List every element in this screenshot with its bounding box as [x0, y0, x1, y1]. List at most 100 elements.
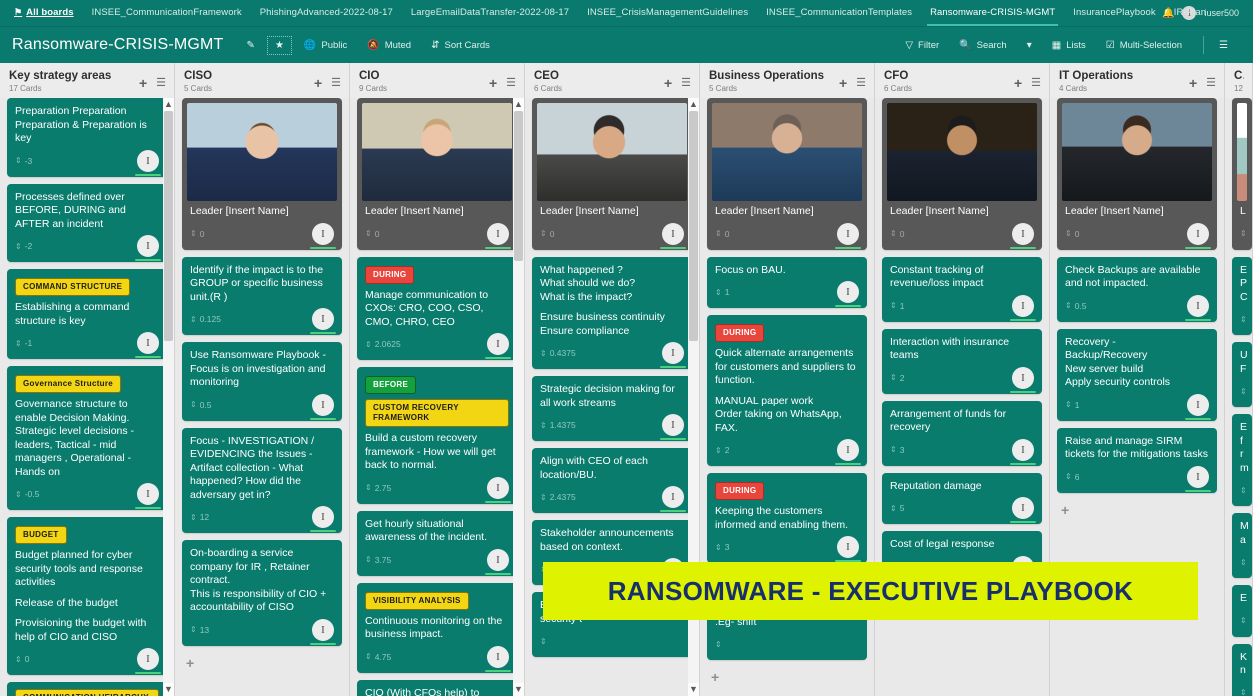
board-card[interactable]: On-boarding a service company for IR , R…: [182, 540, 342, 646]
board-card[interactable]: COMMUNICATION HEIRARCHYCommunication hie…: [7, 682, 167, 696]
scrollbar-track[interactable]: [513, 111, 524, 683]
board-card[interactable]: Get hourly situational awareness of the …: [357, 510, 517, 576]
card-assignee-avatar[interactable]: I: [1010, 438, 1036, 465]
card-assignee-avatar[interactable]: I: [485, 548, 511, 575]
add-card-icon[interactable]: +: [139, 76, 147, 90]
column-menu-icon[interactable]: ☰: [681, 77, 691, 89]
card-assignee-avatar[interactable]: I: [485, 222, 511, 249]
board-tab-5-active[interactable]: Ransomware-CRISIS-MGMT: [921, 1, 1064, 26]
card-assignee-avatar[interactable]: I: [660, 222, 686, 249]
board-card[interactable]: What happened ? What should we do? What …: [532, 256, 692, 369]
mute-button[interactable]: 🔕 Muted: [360, 37, 418, 54]
board-card[interactable]: M a ⇕: [1232, 513, 1252, 578]
leader-card[interactable]: L ⇕: [1232, 98, 1252, 250]
scrollbar-track[interactable]: [163, 111, 174, 683]
board-card[interactable]: BEFORE CUSTOM RECOVERY FRAMEWORK Build a c…: [357, 367, 517, 504]
board-card[interactable]: Constant tracking of revenue/loss impact…: [882, 256, 1042, 322]
board-card[interactable]: Check Backups are available and not impa…: [1057, 256, 1217, 322]
edit-board-button[interactable]: ✎: [240, 37, 262, 54]
search-button[interactable]: 🔍 Search: [952, 37, 1014, 54]
card-assignee-avatar[interactable]: I: [135, 648, 161, 674]
column-menu-icon[interactable]: ☰: [156, 77, 166, 89]
card-assignee-avatar[interactable]: I: [835, 439, 861, 465]
card-assignee-avatar[interactable]: I: [135, 332, 161, 358]
board-card[interactable]: DURING Keeping the customers informed and…: [707, 473, 867, 563]
board-tab-6[interactable]: InsurancePlaybook: [1064, 1, 1165, 25]
card-assignee-avatar[interactable]: I: [310, 393, 336, 420]
card-assignee-avatar[interactable]: I: [310, 506, 336, 532]
board-tab-3[interactable]: INSEE_CrisisManagementGuidelines: [578, 1, 757, 25]
card-assignee-avatar[interactable]: I: [1010, 366, 1036, 393]
scroll-up-icon[interactable]: ▲: [513, 98, 524, 111]
board-tab-0[interactable]: INSEE_CommunicationFramework: [83, 1, 251, 25]
card-badge[interactable]: BEFORE: [365, 376, 417, 394]
scroll-down-icon[interactable]: ▼: [163, 683, 174, 696]
add-card-button[interactable]: +: [182, 653, 342, 681]
card-assignee-avatar[interactable]: I: [1185, 393, 1211, 420]
card-assignee-avatar[interactable]: I: [1185, 294, 1211, 321]
leader-card[interactable]: Leader [Insert Name] ⇕ 0 I: [707, 98, 867, 250]
board-card[interactable]: Governance Structure Governance structure…: [7, 366, 167, 510]
card-assignee-avatar[interactable]: I: [485, 476, 511, 503]
card-badge[interactable]: DURING: [715, 324, 765, 342]
board-card[interactable]: Identify if the impact is to the GROUP o…: [182, 256, 342, 335]
card-badge[interactable]: COMMUNICATION HEIRARCHY: [15, 689, 159, 696]
board-card[interactable]: Processes defined over BEFORE, DURING an…: [7, 183, 167, 262]
search-dropdown-button[interactable]: ▾: [1020, 37, 1039, 54]
card-assignee-avatar[interactable]: I: [835, 222, 861, 249]
add-card-icon[interactable]: +: [489, 76, 497, 90]
card-assignee-avatar[interactable]: I: [1010, 222, 1036, 249]
column-scrollbar[interactable]: ▲ ▼: [163, 98, 174, 696]
card-assignee-avatar[interactable]: I: [485, 333, 511, 359]
board-card[interactable]: Preparation Preparation Preparation & Pr…: [7, 98, 167, 177]
board-card[interactable]: COMMAND STRUCTURE Establishing a command …: [7, 269, 167, 359]
leader-card[interactable]: Leader [Insert Name] ⇕ 0 I: [1057, 98, 1217, 250]
board-card[interactable]: Use Ransomware Playbook - Focus is on in…: [182, 342, 342, 421]
card-assignee-avatar[interactable]: I: [135, 235, 161, 261]
column-menu-icon[interactable]: ☰: [856, 77, 866, 89]
board-card[interactable]: Raise and manage SIRM tickets for the mi…: [1057, 427, 1217, 493]
board-card[interactable]: VISIBILITY ANALYSIS Continuous monitoring…: [357, 582, 517, 673]
board-card[interactable]: DURING Quick alternate arrangements for c…: [707, 315, 867, 466]
card-assignee-avatar[interactable]: I: [310, 308, 336, 334]
add-card-icon[interactable]: +: [664, 76, 672, 90]
board-card[interactable]: E fr m ⇕: [1232, 414, 1252, 506]
card-badge[interactable]: DURING: [715, 482, 765, 500]
scroll-down-icon[interactable]: ▼: [688, 683, 699, 696]
add-card-icon[interactable]: +: [314, 76, 322, 90]
board-card[interactable]: DURING Manage communication to CXOs: CRO,…: [357, 256, 517, 360]
add-card-icon[interactable]: +: [1014, 76, 1022, 90]
leader-card[interactable]: Leader [Insert Name] ⇕ 0 I: [532, 98, 692, 250]
card-assignee-avatar[interactable]: I: [1010, 294, 1036, 321]
card-assignee-avatar[interactable]: I: [485, 645, 511, 672]
board-card[interactable]: Align with CEO of each location/BU. ⇕ 2.43…: [532, 448, 692, 513]
board-card[interactable]: E P C ⇕: [1232, 256, 1252, 335]
board-card[interactable]: Focus on BAU. ⇕ 1 I: [707, 256, 867, 308]
board-tab-7[interactable]: IR-Plan: [1165, 1, 1215, 25]
board-tab-1[interactable]: PhishingAdvanced-2022-08-17: [251, 1, 402, 25]
board-card[interactable]: Focus - INVESTIGATION / EVIDENCING the I…: [182, 427, 342, 533]
card-assignee-avatar[interactable]: I: [835, 281, 861, 307]
board-menu-button[interactable]: ☰: [1212, 37, 1235, 54]
board-card[interactable]: CIO (With CFOs help) to release budget/g…: [357, 679, 517, 696]
card-badge[interactable]: DURING: [365, 265, 415, 284]
card-assignee-avatar[interactable]: I: [660, 342, 686, 368]
board-card[interactable]: Strategic decision making for all work s…: [532, 376, 692, 441]
board-card[interactable]: Reputation damage ⇕ 5 I: [882, 472, 1042, 524]
sort-cards-button[interactable]: ⇵ Sort Cards: [424, 37, 497, 54]
board-card[interactable]: Interaction with insurance teams ⇕ 2 I: [882, 328, 1042, 394]
scrollbar-thumb[interactable]: [514, 111, 523, 261]
visibility-button[interactable]: 🌐 Public: [297, 37, 354, 54]
card-assignee-avatar[interactable]: I: [135, 149, 161, 176]
board-card[interactable]: E ⇕: [1232, 585, 1252, 637]
star-board-button[interactable]: ★: [266, 35, 292, 55]
card-assignee-avatar[interactable]: I: [310, 618, 336, 645]
board-card[interactable]: U F ⇕: [1232, 342, 1252, 407]
multi-selection-button[interactable]: ☑ Multi-Selection: [1099, 37, 1189, 54]
scrollbar-thumb[interactable]: [689, 111, 698, 341]
add-card-icon[interactable]: +: [839, 76, 847, 90]
column-menu-icon[interactable]: ☰: [506, 77, 516, 89]
board-card[interactable]: BUDGET Budget planned for cyber security …: [7, 517, 167, 675]
card-assignee-avatar[interactable]: I: [1185, 222, 1211, 249]
card-badge-secondary[interactable]: CUSTOM RECOVERY FRAMEWORK: [365, 399, 509, 427]
